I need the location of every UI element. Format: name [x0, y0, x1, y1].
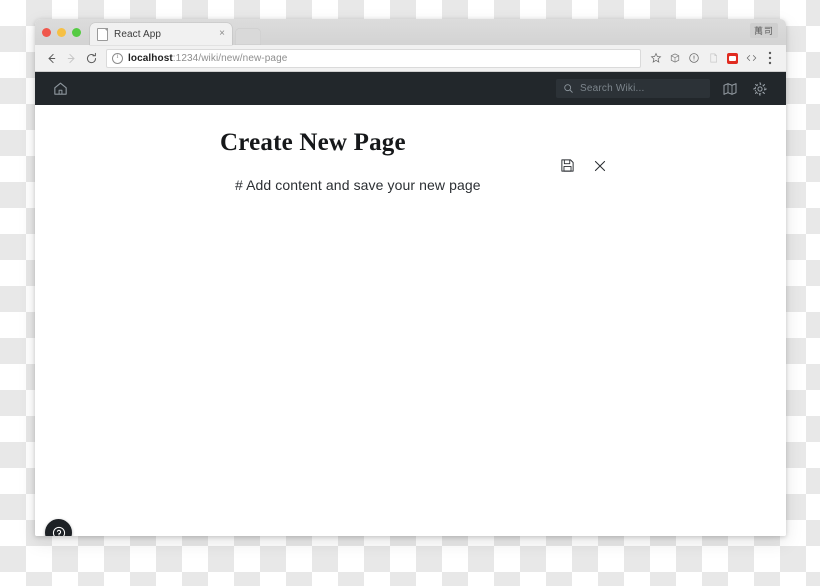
page-body: Create New Page # Add content and save y…	[35, 105, 786, 536]
address-bar[interactable]: localhost:1234/wiki/new/new-page	[106, 48, 641, 68]
browser-toolbar: localhost:1234/wiki/new/new-page	[35, 45, 786, 72]
extension-cube-icon[interactable]	[666, 49, 684, 67]
back-arrow-icon[interactable]	[42, 49, 61, 68]
bookmark-star-icon[interactable]	[647, 49, 665, 67]
search-input[interactable]: Search Wiki...	[556, 79, 710, 98]
profile-label[interactable]: 萬司	[749, 23, 778, 38]
code-brackets-icon[interactable]	[742, 49, 760, 67]
search-icon	[564, 84, 573, 93]
new-tab-button[interactable]	[235, 28, 261, 45]
url-path: :1234/wiki/new/new-page	[172, 52, 288, 64]
page-extension-icon[interactable]	[704, 49, 722, 67]
info-circle-icon[interactable]	[112, 52, 123, 64]
editor-actions	[559, 157, 608, 174]
close-window-button[interactable]	[42, 27, 51, 37]
browser-tab[interactable]: React App ×	[90, 23, 232, 45]
window-controls	[42, 19, 90, 45]
app-viewport: Search Wiki... Create New Page # Add con…	[35, 72, 786, 536]
url-host: localhost	[128, 52, 173, 64]
browser-tab-strip: React App × 萬司	[35, 19, 786, 45]
search-placeholder: Search Wiki...	[580, 83, 645, 94]
map-icon[interactable]	[720, 79, 740, 99]
editor-content[interactable]: # Add content and save your new page	[235, 177, 786, 193]
three-dot-menu-icon[interactable]	[761, 49, 779, 67]
info-circle-icon-toolbar[interactable]	[685, 49, 703, 67]
browser-window: React App × 萬司 localhost:1234/wiki/new/n…	[35, 19, 786, 536]
red-extension-icon[interactable]	[723, 49, 741, 67]
app-navbar: Search Wiki...	[35, 72, 786, 105]
page-icon	[97, 27, 108, 41]
red-extension-badge	[726, 52, 738, 64]
forward-arrow-icon[interactable]	[62, 49, 81, 68]
tab-title: React App	[114, 28, 162, 40]
url-text: localhost:1234/wiki/new/new-page	[128, 53, 287, 64]
close-x-icon[interactable]	[591, 157, 608, 174]
question-mark-help-icon[interactable]	[45, 519, 72, 536]
home-icon[interactable]	[49, 78, 71, 100]
gear-icon[interactable]	[750, 79, 770, 99]
tab-close-icon[interactable]: ×	[215, 29, 225, 39]
page-title: Create New Page	[220, 129, 406, 156]
floppy-disk-save-icon[interactable]	[559, 157, 576, 174]
minimize-window-button[interactable]	[57, 27, 66, 37]
maximize-window-button[interactable]	[72, 27, 81, 37]
reload-arrow-icon[interactable]	[82, 49, 101, 68]
